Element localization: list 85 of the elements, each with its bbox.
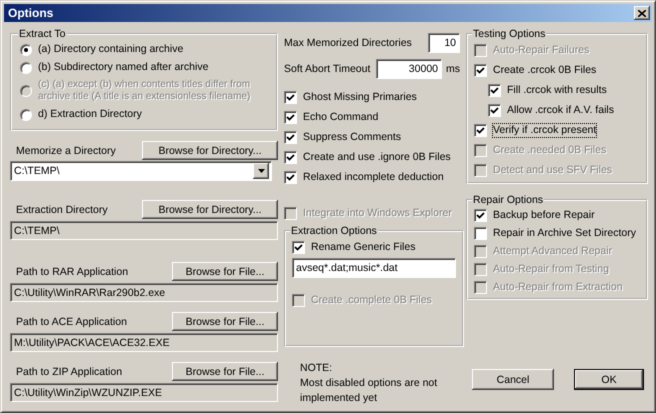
checkbox[interactable] [284,130,297,144]
checkbox-label: Backup before Repair [493,208,595,222]
checkbox-label: Auto-Repair from Testing [493,262,609,276]
path-field[interactable]: C:\TEMP\ [10,221,278,240]
checkbox[interactable] [474,208,487,222]
radio-label: (a) Directory containing archive [38,43,184,56]
checkbox-label: Auto-Repair Failures [493,44,590,56]
window-title: Options [8,6,54,20]
radio-label: (b) Subdirectory named after archive [38,61,208,74]
checkbox-label: Suppress Comments [303,130,402,144]
directory-dropdown[interactable]: C:\TEMP\ [10,161,272,181]
field-label: Max Memorized Directories [284,37,412,49]
check-icon [286,152,295,162]
browse-button[interactable]: Browse for Directory... [142,200,278,219]
checkbox-label: Create .crcok 0B Files [493,64,596,76]
ok-button[interactable]: OK [574,369,644,390]
field-label: Path to ACE Application [15,316,127,330]
browse-button[interactable]: Browse for File... [172,362,278,381]
checkbox[interactable] [292,240,305,254]
close-icon [638,10,646,16]
field-label: Path to RAR Application [15,266,128,280]
checkbox[interactable] [284,90,297,104]
checkbox-label: Repair in Archive Set Directory [493,226,636,240]
checkbox[interactable] [284,150,297,164]
radio-label: d) Extraction Directory [38,108,142,121]
checkbox-label: Integrate into Windows Explorer [303,206,452,220]
checkbox-label: Create .complete 0B Files [311,294,432,306]
close-button[interactable] [634,6,650,20]
group-title: Extract To [18,28,66,40]
path-field[interactable]: M:\Utility\PACK\ACE\ACE32.EXE [10,333,278,352]
check-icon [286,172,295,182]
path-field[interactable]: C:\Utility\WinRAR\Rar290b2.exe [10,283,278,302]
path-field[interactable]: C:\Utility\WinZip\WZUNZIP.EXE [10,383,278,402]
browse-button[interactable]: Browse for File... [172,312,278,331]
checkbox-label: Ghost Missing Primaries [303,90,417,104]
browse-button[interactable]: Browse for File... [172,262,278,281]
checkbox[interactable] [284,110,297,124]
pattern-field[interactable]: avseq*.dat;music*.dat [292,258,456,278]
checkbox-label: Allow .crcok if A.V. fails [507,104,614,116]
checkbox[interactable] [474,226,487,240]
group-title: Testing Options [472,28,546,40]
check-icon [476,66,485,74]
field-label: Path to ZIP Application [15,366,122,380]
checkbox-label: Create .needed 0B Files [493,144,606,156]
unit-label: ms [446,63,460,75]
field-label: Memorize a Directory [15,145,116,159]
cancel-button[interactable]: Cancel [472,369,554,390]
checkbox[interactable] [474,124,487,136]
note-heading: NOTE: [300,361,334,376]
checkbox[interactable] [488,104,501,116]
checkbox-label: Verify if .crcok present [493,124,596,136]
check-icon [490,86,499,94]
check-icon [490,106,499,114]
group-title: Extraction Options [290,225,378,237]
checkbox[interactable] [474,64,487,76]
checkbox[interactable] [488,84,501,96]
field-label: Soft Abort Timeout [284,63,370,75]
group-title: Repair Options [472,194,544,206]
checkbox-label: Fill .crcok with results [507,84,607,96]
check-icon [286,132,295,142]
caret-icon [258,169,264,173]
checkbox-label: Relaxed incomplete deduction [303,170,444,184]
radio-label: (c) (a) except (b) when contents titles differ from archive title (A title is an extensionless filename) [38,79,252,103]
radio-button[interactable] [20,62,32,74]
checkbox-label: Echo Command [303,110,378,124]
check-icon [476,210,485,220]
number-field[interactable]: 30000 [376,59,442,79]
checkbox-label: Rename Generic Files [311,240,416,254]
checkbox-label: Detect and use SFV Files [493,164,612,176]
radio-button[interactable] [20,44,32,56]
check-icon [286,112,295,122]
field-label: Extraction Directory [15,204,108,218]
checkbox[interactable] [284,170,297,184]
radio-button[interactable] [20,108,32,120]
dropdown-value: C:\TEMP\ [14,165,60,177]
number-field[interactable]: 10 [428,33,460,53]
dropdown-button[interactable] [253,163,269,179]
check-icon [286,92,295,102]
checkbox-label: Create and use .ignore 0B Files [303,150,451,164]
browse-button[interactable]: Browse for Directory... [142,141,278,160]
checkbox-label: Attempt Advanced Repair [493,244,612,258]
check-icon [476,126,485,134]
checkbox-label: Auto-Repair from Extraction [493,280,623,294]
note-text: Most disabled options are not implemented yet [300,376,438,406]
check-icon [294,242,303,252]
